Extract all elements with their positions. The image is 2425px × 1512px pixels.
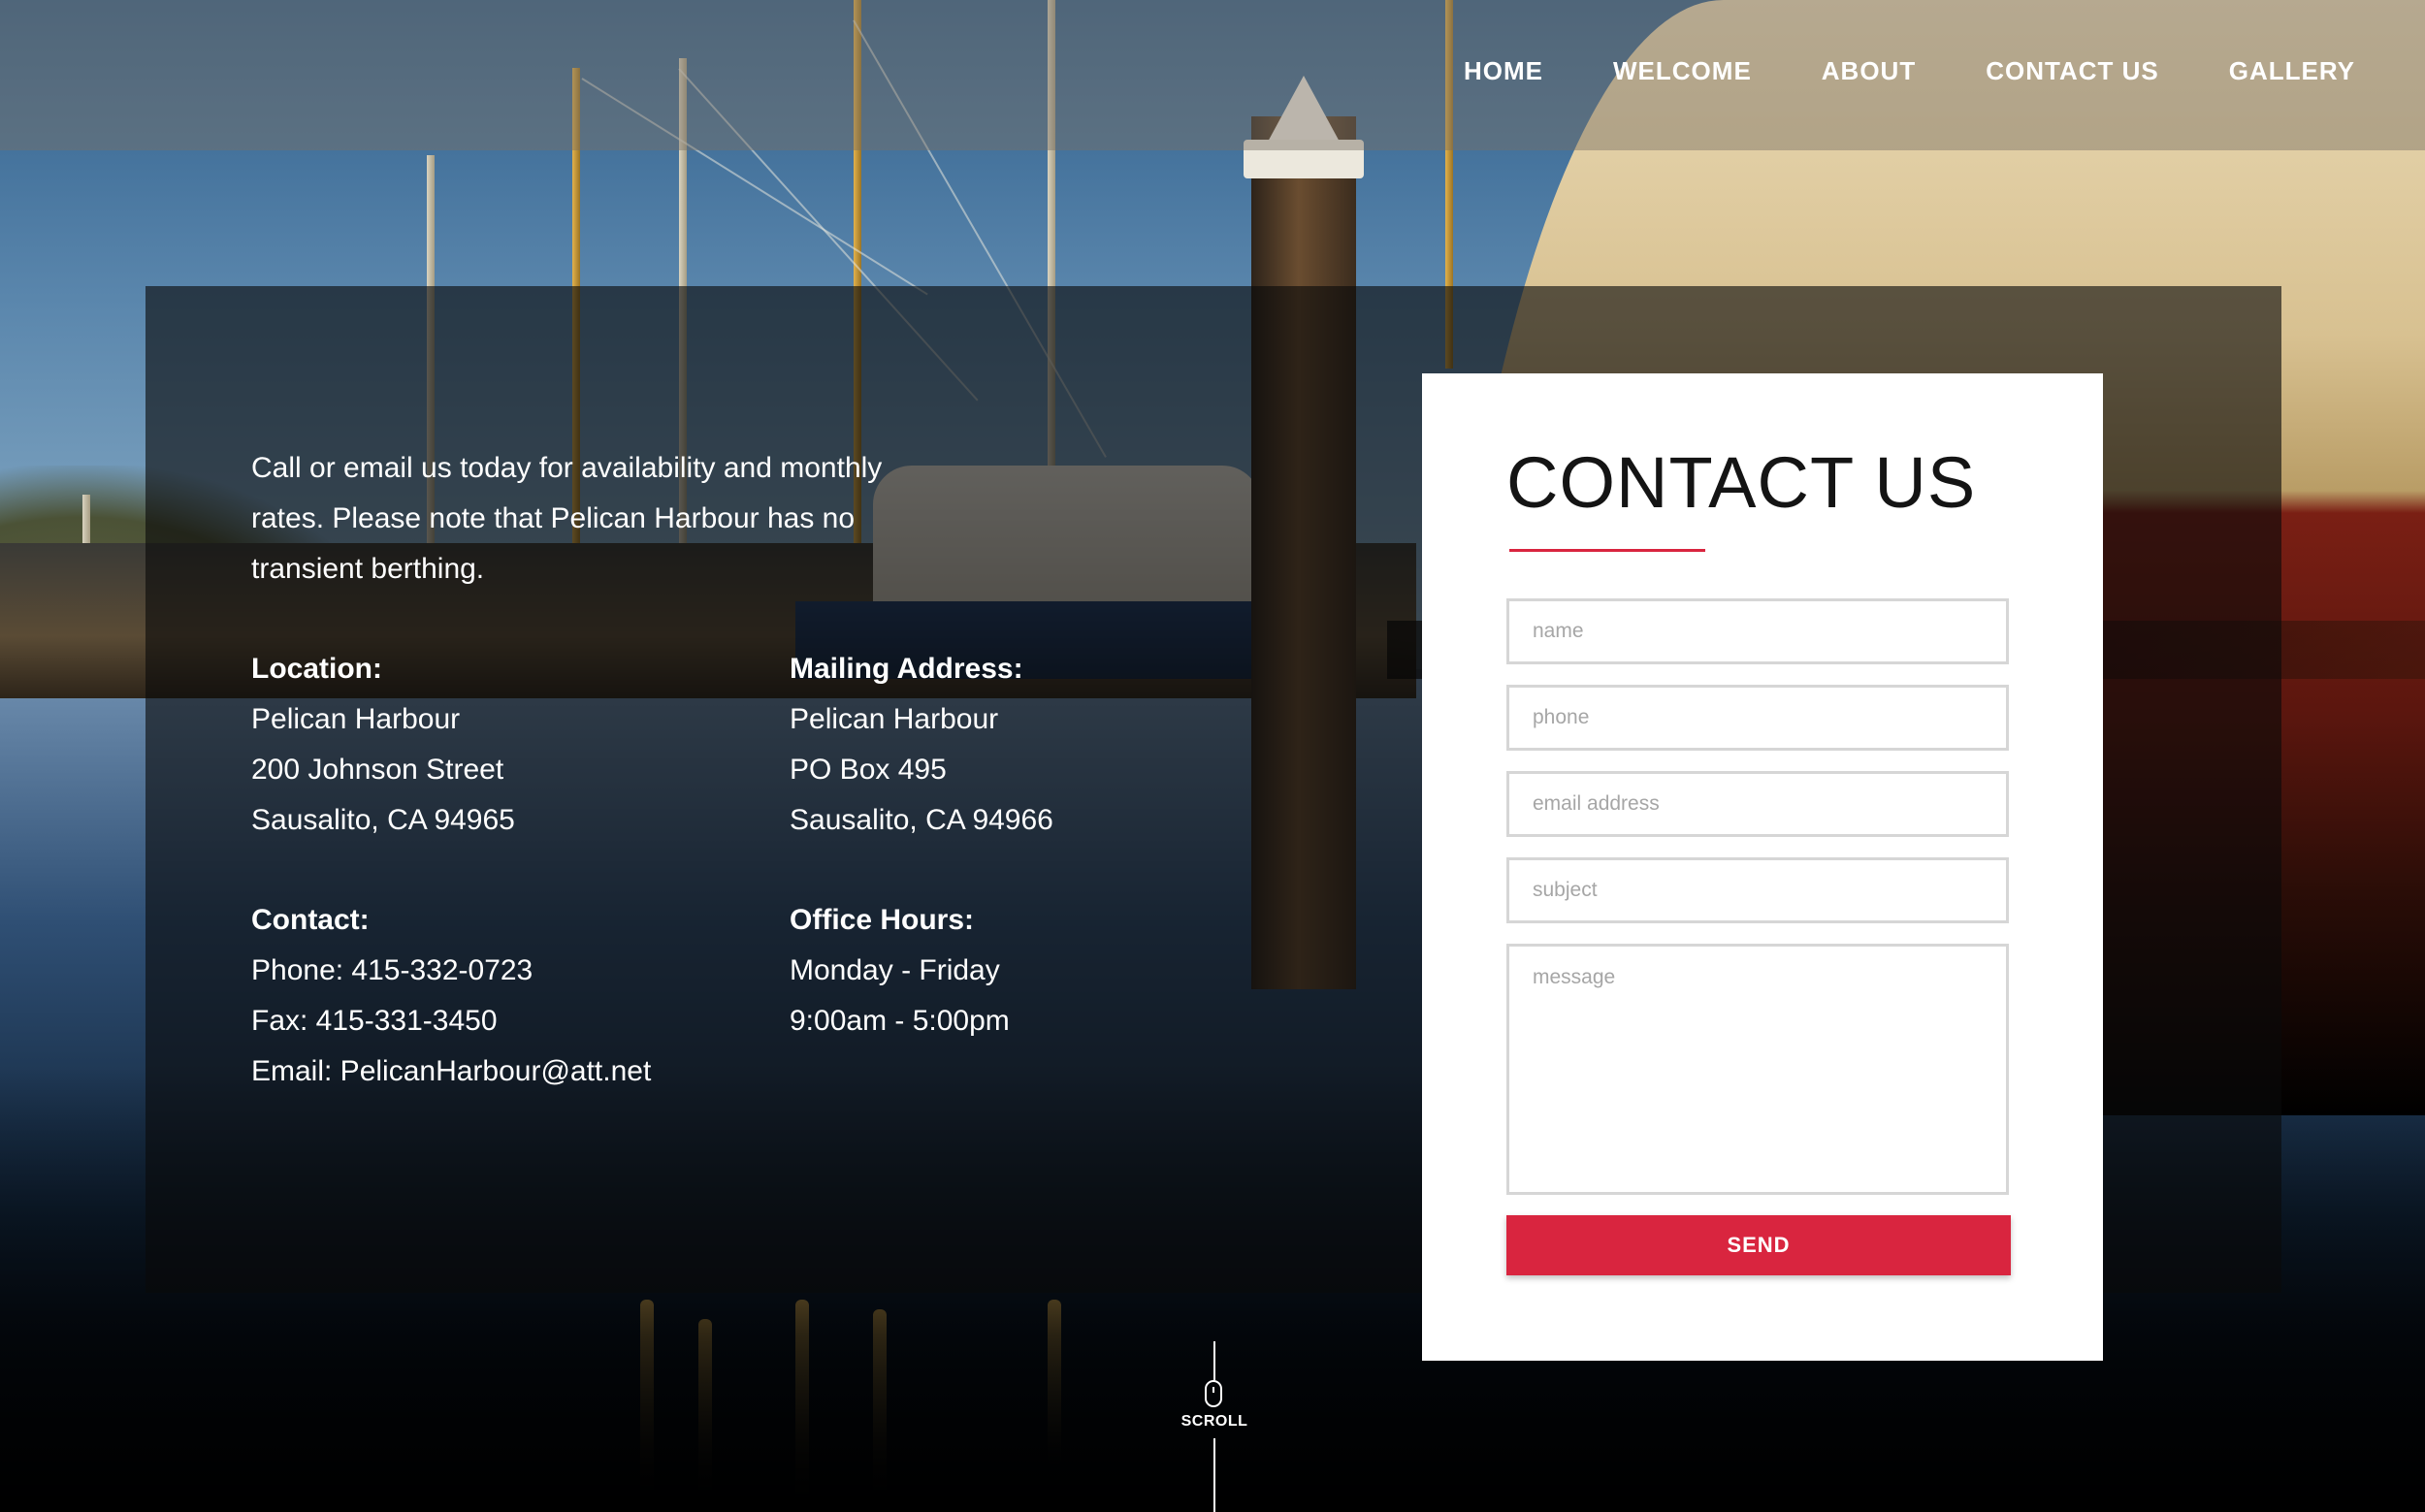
location-line: Sausalito, CA 94965 bbox=[251, 804, 515, 836]
location-line: 200 Johnson Street bbox=[251, 754, 504, 786]
nav-home[interactable]: HOME bbox=[1464, 56, 1543, 86]
contact-form-card: CONTACT US SEND bbox=[1422, 373, 2103, 1361]
email-field[interactable] bbox=[1506, 771, 2009, 837]
message-field[interactable] bbox=[1506, 944, 2009, 1195]
nav-welcome[interactable]: WELCOME bbox=[1613, 56, 1752, 86]
send-button[interactable]: SEND bbox=[1506, 1215, 2011, 1275]
scroll-line bbox=[1213, 1341, 1215, 1380]
scroll-label: SCROLL bbox=[1180, 1413, 1248, 1430]
name-field[interactable] bbox=[1506, 598, 2009, 664]
fax-line: Fax: 415-331-3450 bbox=[251, 1005, 498, 1037]
contact-heading: Contact: bbox=[251, 904, 370, 936]
office-hours-block: Office Hours: Monday - Friday 9:00am - 5… bbox=[790, 895, 1010, 1046]
top-nav-bar: HOME WELCOME ABOUT CONTACT US GALLERY bbox=[0, 0, 2425, 150]
nav-contact-us[interactable]: CONTACT US bbox=[1986, 56, 2159, 86]
location-line: Pelican Harbour bbox=[251, 703, 461, 735]
scroll-line bbox=[1213, 1438, 1215, 1512]
mailing-address-line: Sausalito, CA 94966 bbox=[790, 804, 1053, 836]
location-heading: Location: bbox=[251, 653, 382, 685]
scroll-indicator[interactable]: SCROLL bbox=[1176, 1341, 1253, 1512]
office-hours-heading: Office Hours: bbox=[790, 904, 975, 936]
mouse-icon bbox=[1205, 1380, 1222, 1407]
phone-field[interactable] bbox=[1506, 685, 2009, 751]
main-nav: HOME WELCOME ABOUT CONTACT US GALLERY bbox=[1464, 56, 2355, 86]
mailing-address-heading: Mailing Address: bbox=[790, 653, 1023, 685]
mailing-address-block: Mailing Address: Pelican Harbour PO Box … bbox=[790, 644, 1053, 846]
nav-about[interactable]: ABOUT bbox=[1822, 56, 1916, 86]
contact-block: Contact: Phone: 415-332-0723 Fax: 415-33… bbox=[251, 895, 651, 1097]
email-line: Email: PelicanHarbour@att.net bbox=[251, 1055, 652, 1087]
mailing-address-line: PO Box 495 bbox=[790, 754, 947, 786]
office-hours-line: Monday - Friday bbox=[790, 954, 1000, 986]
subject-field[interactable] bbox=[1506, 857, 2009, 923]
location-block: Location: Pelican Harbour 200 Johnson St… bbox=[251, 644, 515, 846]
phone-line: Phone: 415-332-0723 bbox=[251, 954, 534, 986]
title-underline bbox=[1509, 549, 1705, 552]
intro-text: Call or email us today for availability … bbox=[251, 452, 883, 585]
mailing-address-line: Pelican Harbour bbox=[790, 703, 999, 735]
form-title: CONTACT US bbox=[1506, 442, 1977, 523]
office-hours-line: 9:00am - 5:00pm bbox=[790, 1005, 1010, 1037]
nav-gallery[interactable]: GALLERY bbox=[2229, 56, 2355, 86]
